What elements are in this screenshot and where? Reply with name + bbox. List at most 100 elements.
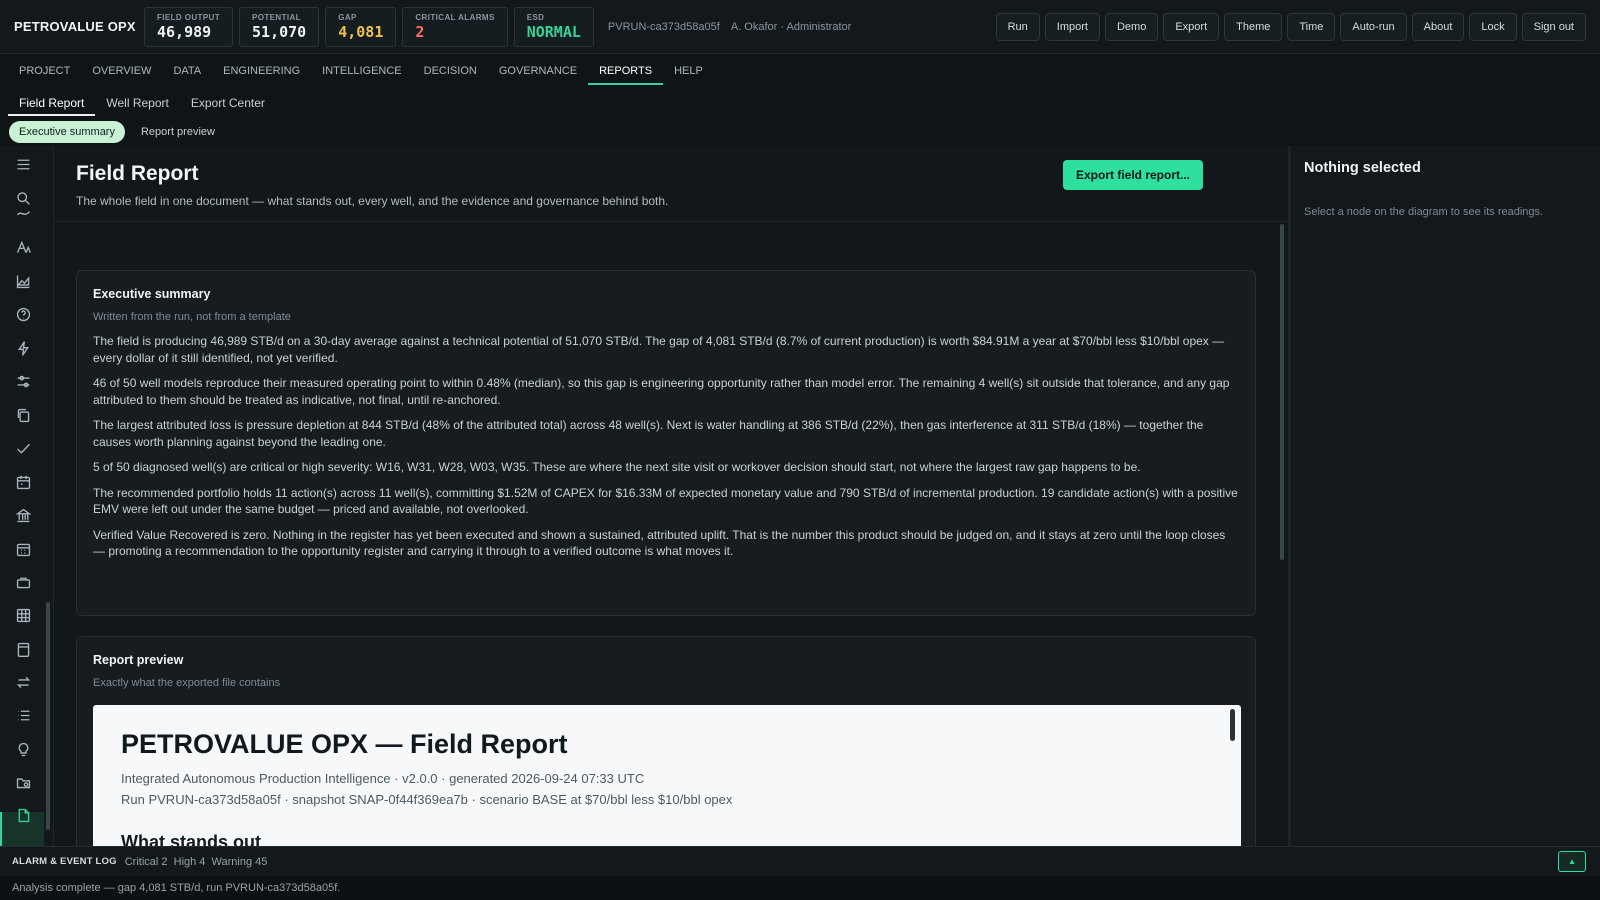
about-button[interactable]: About	[1411, 12, 1465, 41]
kpi-label: ESD	[526, 12, 545, 22]
export-field-report-button[interactable]: Export field report...	[1063, 160, 1204, 190]
import-button[interactable]: Import	[1044, 12, 1100, 41]
clipboard-icon[interactable]	[13, 639, 33, 659]
inspector-panel: Nothing selected Select a node on the di…	[1288, 146, 1600, 846]
sign-out-button[interactable]: Sign out	[1521, 12, 1586, 41]
kpi-strip: FIELD OUTPUT 46,989 POTENTIAL 51,070 GAP…	[144, 6, 600, 47]
kpi-value: NORMAL	[526, 22, 581, 41]
rail-scrollbar[interactable]	[46, 602, 50, 830]
export-button[interactable]: Export	[1163, 12, 1220, 41]
folder-settings-icon[interactable]	[13, 772, 33, 792]
search-icon[interactable]	[13, 188, 33, 208]
top-bar: PETROVALUE OPX FIELD OUTPUT 46,989 POTEN…	[0, 0, 1600, 54]
time-button[interactable]: Time	[1287, 12, 1336, 41]
run-button[interactable]: Run	[995, 12, 1040, 41]
kpi-label: GAP	[338, 12, 357, 22]
alarm-log-expand-button[interactable]: ▲	[1558, 851, 1586, 872]
auto-run-button[interactable]: Auto-run	[1340, 12, 1407, 41]
nav-governance[interactable]: GOVERNANCE	[488, 54, 588, 88]
kpi-field-output: FIELD OUTPUT 46,989	[144, 6, 234, 47]
inspector-description: Select a node on the diagram to see its …	[1304, 206, 1544, 218]
help-icon[interactable]	[13, 304, 33, 324]
preview-scrollbar[interactable]	[1230, 709, 1235, 741]
kpi-value: 51,070	[252, 22, 307, 41]
document-icon[interactable]	[13, 805, 33, 825]
section-pills: Executive summary Report preview	[0, 118, 1600, 146]
summary-paragraph: 46 of 50 well models reproduce their mea…	[93, 376, 1230, 407]
alarm-event-log[interactable]: ALARM & EVENT LOG Critical 2 High 4 Warn…	[0, 846, 1600, 876]
content-scrollbar[interactable]	[1280, 224, 1284, 560]
page-subtitle: The whole field in one document — what s…	[76, 194, 669, 208]
demo-button[interactable]: Demo	[1104, 12, 1159, 41]
bank-icon[interactable]	[13, 505, 33, 525]
kpi-esd: ESD NORMAL	[513, 6, 594, 47]
executive-summary-hint: Written from the run, not from a templat…	[93, 311, 291, 323]
nav-decision[interactable]: DECISION	[413, 54, 488, 88]
nav-help[interactable]: HELP	[663, 54, 714, 88]
kpi-label: FIELD OUTPUT	[157, 12, 221, 22]
alarm-log-summary: Critical 2 High 4 Warning 45	[124, 855, 268, 868]
check-icon[interactable]	[13, 438, 33, 458]
sliders-icon[interactable]	[13, 371, 33, 391]
kpi-value: 4,081	[338, 22, 384, 41]
kpi-critical-alarms[interactable]: CRITICAL ALARMS 2	[402, 6, 508, 47]
lock-button[interactable]: Lock	[1469, 12, 1517, 41]
bolt-icon[interactable]	[13, 338, 33, 358]
alarm-log-title: ALARM & EVENT LOG	[12, 856, 117, 867]
run-id: PVRUN-ca373d58a05f	[607, 20, 720, 33]
nav-data[interactable]: DATA	[162, 54, 212, 88]
status-bar: Analysis complete — gap 4,081 STB/d, run…	[0, 876, 1600, 900]
sub-nav: Field Report Well Report Export Center	[0, 88, 1600, 118]
kpi-value: 46,989	[157, 22, 212, 41]
kpi-value: 2	[415, 22, 425, 41]
summary-paragraph: 5 of 50 diagnosed well(s) are critical o…	[93, 460, 1141, 474]
main-nav: PROJECT OVERVIEW DATA ENGINEERING INTELL…	[0, 54, 1600, 88]
table-icon[interactable]	[13, 605, 33, 625]
nav-intelligence[interactable]: INTELLIGENCE	[311, 54, 412, 88]
area-chart-icon[interactable]	[13, 271, 33, 291]
theme-button[interactable]: Theme	[1224, 12, 1283, 41]
pill-report-preview[interactable]: Report preview	[131, 121, 225, 143]
briefcase-icon[interactable]	[13, 572, 33, 592]
pill-executive-summary[interactable]: Executive summary	[9, 121, 125, 143]
user-label: A. Okafor · Administrator	[730, 20, 852, 33]
preview-meta: Integrated Autonomous Production Intelli…	[121, 768, 1213, 810]
nav-reports[interactable]: REPORTS	[588, 54, 664, 88]
tab-export-center[interactable]: Export Center	[180, 88, 276, 118]
summary-paragraph: The recommended portfolio holds 11 actio…	[93, 485, 1238, 517]
nav-engineering[interactable]: ENGINEERING	[212, 54, 311, 88]
kpi-potential: POTENTIAL 51,070	[239, 6, 320, 47]
toolbar-actions: Run Import Demo Export Theme Time Auto-r…	[995, 12, 1586, 41]
menu-icon[interactable]	[13, 154, 33, 174]
calendar-icon[interactable]	[13, 472, 33, 492]
run-info: PVRUN-ca373d58a05f A. Okafor · Administr…	[608, 21, 851, 33]
summary-paragraph: The field is producing 46,989 STB/d on a…	[93, 334, 1225, 365]
calendar-grid-icon[interactable]	[13, 539, 33, 559]
text-icon[interactable]	[13, 237, 33, 257]
curve-icon[interactable]	[13, 206, 33, 216]
nav-overview[interactable]: OVERVIEW	[81, 54, 162, 88]
nav-project[interactable]: PROJECT	[8, 54, 81, 88]
page-header: Field Report The whole field in one docu…	[54, 146, 1288, 222]
bulb-icon[interactable]	[13, 739, 33, 759]
brand-logo: PETROVALUE OPX	[14, 19, 136, 34]
swap-icon[interactable]	[13, 672, 33, 692]
summary-paragraph: The largest attributed loss is pressure …	[93, 418, 1204, 449]
preview-meta-line: Integrated Autonomous Production Intelli…	[121, 771, 645, 786]
report-preview-hint: Exactly what the exported file contains	[93, 677, 281, 689]
report-preview-card: Report preview Exactly what the exported…	[76, 636, 1256, 846]
summary-paragraph: Verified Value Recovered is zero. Nothin…	[93, 527, 1226, 559]
preview-section-heading: What stands out	[121, 832, 261, 846]
kpi-label: CRITICAL ALARMS	[415, 12, 495, 22]
copy-icon[interactable]	[13, 405, 33, 425]
tab-field-report[interactable]: Field Report	[8, 88, 96, 118]
preview-meta-line: Run PVRUN-ca373d58a05f · snapshot SNAP-0…	[121, 792, 733, 807]
tab-well-report[interactable]: Well Report	[95, 88, 179, 118]
list-icon[interactable]	[13, 705, 33, 725]
inspector-title: Nothing selected	[1304, 160, 1421, 176]
kpi-gap: GAP 4,081	[325, 6, 397, 47]
executive-summary-title: Executive summary	[93, 287, 211, 301]
executive-summary-card: Executive summary Written from the run, …	[76, 270, 1256, 616]
content-area: Field Report The whole field in one docu…	[54, 146, 1288, 846]
report-preview-frame[interactable]: PETROVALUE OPX — Field Report Integrated…	[93, 705, 1241, 846]
